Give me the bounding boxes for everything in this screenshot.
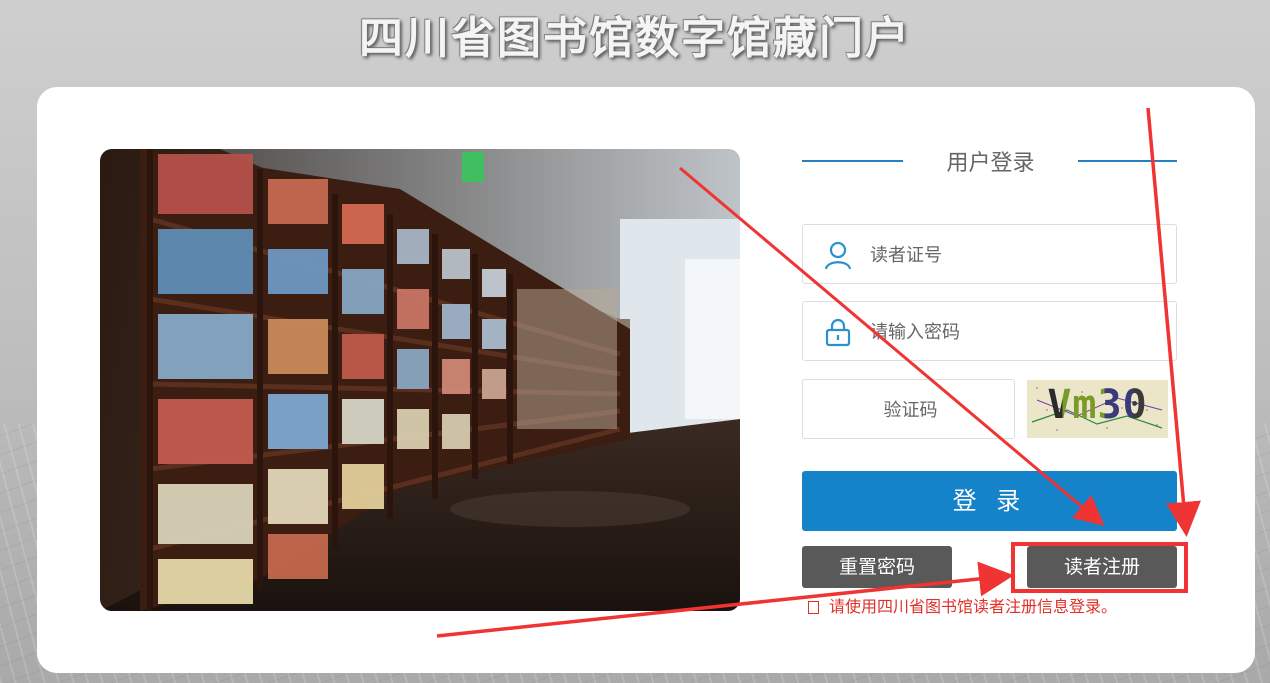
login-heading: 用户登录	[946, 151, 1035, 176]
reset-password-button[interactable]: 重置密码	[802, 546, 952, 588]
user-icon	[823, 240, 853, 270]
notice-icon	[808, 601, 819, 614]
heading-rule-right	[1078, 160, 1177, 162]
login-button[interactable]: 登 录	[802, 471, 1177, 531]
library-hero-image	[100, 149, 740, 611]
password-input[interactable]	[868, 302, 1165, 362]
lock-icon	[823, 317, 853, 347]
login-notice-text: 请使用四川省图书馆读者注册信息登录。	[829, 597, 1118, 616]
captcha-image[interactable]: Vm30	[1027, 380, 1168, 438]
register-highlight-box	[1011, 542, 1188, 593]
login-notice: 请使用四川省图书馆读者注册信息登录。	[808, 593, 1117, 617]
reader-id-input[interactable]	[868, 225, 1165, 285]
bookshelf-illustration	[100, 149, 740, 611]
captcha-text: Vm30	[1027, 382, 1168, 428]
portal-title: 四川省图书馆数字馆藏门户	[359, 13, 911, 64]
captcha-field[interactable]	[802, 379, 1018, 440]
captcha-input[interactable]	[803, 380, 1018, 440]
reader-id-field[interactable]	[802, 224, 1177, 285]
heading-rule-left	[802, 160, 903, 162]
password-field[interactable]	[802, 301, 1177, 362]
